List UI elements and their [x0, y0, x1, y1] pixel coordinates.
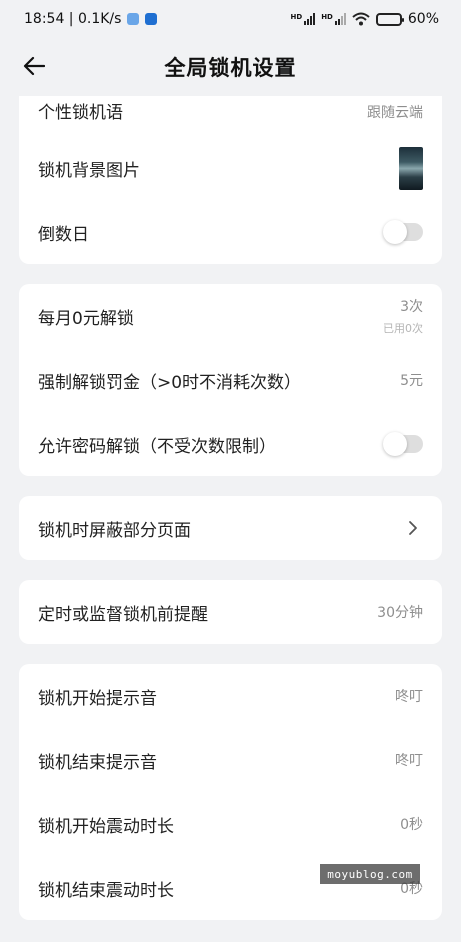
row-password-unlock: 允许密码解锁（不受次数限制）: [19, 412, 442, 476]
row-forced-unlock-fine[interactable]: 强制解锁罚金（>0时不消耗次数） 5元: [19, 348, 442, 412]
row-hide-pages[interactable]: 锁机时屏蔽部分页面: [19, 496, 442, 560]
settings-content: 个性锁机语 跟随云端 锁机背景图片 倒数日 每月0元解锁 3次 已用0次 强制解…: [0, 96, 461, 920]
card-hide-pages: 锁机时屏蔽部分页面: [19, 496, 442, 560]
countdown-label: 倒数日: [38, 224, 89, 245]
status-bar: 18:54 | 0.1K/s HD HD 60%: [0, 0, 461, 38]
monthly-free-unlock-used: 已用0次: [383, 322, 423, 335]
page-title: 全局锁机设置: [164, 56, 297, 80]
row-monthly-free-unlock[interactable]: 每月0元解锁 3次 已用0次: [19, 284, 442, 348]
password-unlock-label: 允许密码解锁（不受次数限制）: [38, 436, 276, 457]
arrow-left-icon: [23, 56, 45, 76]
wallpaper-label: 锁机背景图片: [38, 160, 140, 181]
custom-slogan-value: 跟随云端: [367, 105, 423, 121]
password-unlock-toggle[interactable]: [383, 432, 423, 456]
status-time: 18:54 | 0.1K/s: [24, 11, 122, 27]
status-right: HD HD 60%: [291, 11, 439, 27]
card-reminder: 定时或监督锁机前提醒 30分钟: [19, 580, 442, 644]
row-start-vibration[interactable]: 锁机开始震动时长 0秒: [19, 792, 442, 856]
row-countdown: 倒数日: [19, 200, 442, 264]
start-vibration-label: 锁机开始震动时长: [38, 816, 174, 837]
header: 全局锁机设置: [0, 38, 461, 96]
toggle-knob: [383, 220, 407, 244]
monthly-free-unlock-values: 3次 已用0次: [383, 296, 423, 336]
start-sound-value: 咚叮: [395, 689, 423, 705]
start-vibration-value: 0秒: [400, 817, 423, 833]
reminder-label: 定时或监督锁机前提醒: [38, 604, 208, 625]
forced-unlock-fine-label: 强制解锁罚金（>0时不消耗次数）: [38, 372, 302, 393]
start-sound-label: 锁机开始提示音: [38, 688, 157, 709]
notification-app-icon: [127, 13, 140, 25]
hide-pages-label: 锁机时屏蔽部分页面: [38, 520, 191, 541]
chevron-right-icon: [409, 521, 417, 535]
card-appearance: 个性锁机语 跟随云端 锁机背景图片 倒数日: [19, 96, 442, 264]
row-custom-slogan[interactable]: 个性锁机语 跟随云端: [19, 96, 442, 136]
row-end-sound[interactable]: 锁机结束提示音 咚叮: [19, 728, 442, 792]
monthly-free-unlock-value: 3次: [400, 299, 423, 315]
watermark: moyublog.com: [320, 864, 420, 884]
signal-1-icon: HD: [291, 13, 316, 25]
battery-icon: [375, 12, 404, 26]
end-vibration-label: 锁机结束震动时长: [38, 880, 174, 901]
custom-slogan-label: 个性锁机语: [38, 103, 123, 123]
toggle-knob: [383, 432, 407, 456]
row-reminder[interactable]: 定时或监督锁机前提醒 30分钟: [19, 580, 442, 644]
monthly-free-unlock-label: 每月0元解锁: [38, 308, 134, 329]
row-start-sound[interactable]: 锁机开始提示音 咚叮: [19, 664, 442, 728]
battery-percent: 60%: [407, 11, 439, 27]
status-left: 18:54 | 0.1K/s: [24, 11, 158, 27]
row-wallpaper[interactable]: 锁机背景图片: [19, 136, 442, 200]
wifi-icon: [352, 12, 370, 26]
forced-unlock-fine-value: 5元: [400, 373, 423, 389]
wallpaper-thumbnail[interactable]: [399, 146, 423, 190]
end-sound-value: 咚叮: [395, 753, 423, 769]
back-button[interactable]: [20, 52, 48, 80]
reminder-value: 30分钟: [377, 605, 423, 621]
notification-outlook-icon: [145, 13, 158, 25]
signal-2-icon: HD: [321, 13, 346, 25]
countdown-toggle[interactable]: [383, 220, 423, 244]
end-sound-label: 锁机结束提示音: [38, 752, 157, 773]
card-unlock: 每月0元解锁 3次 已用0次 强制解锁罚金（>0时不消耗次数） 5元 允许密码解…: [19, 284, 442, 476]
